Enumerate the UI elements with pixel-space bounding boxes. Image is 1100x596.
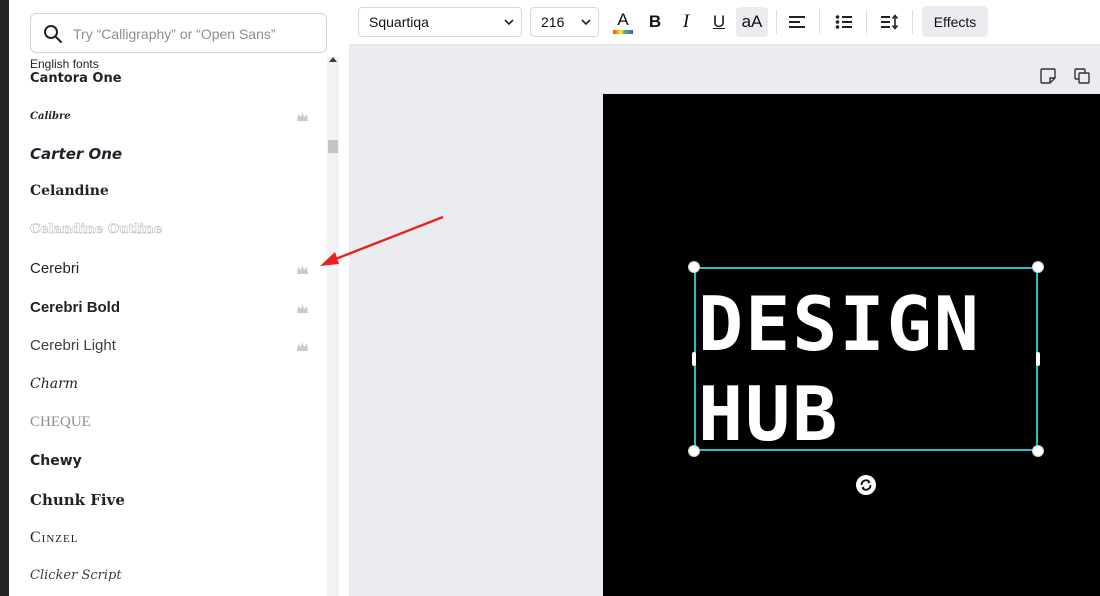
resize-handle-top-right[interactable] xyxy=(1032,261,1044,273)
font-item-cinzel[interactable]: Cinzel xyxy=(9,521,335,559)
red-arrow-annotation xyxy=(320,215,444,266)
font-item-label: Cantora One xyxy=(30,71,122,86)
font-panel: English fonts Cantora One Calibre Carter… xyxy=(9,0,349,596)
font-list-scrollbar[interactable] xyxy=(327,57,339,596)
font-search-box[interactable] xyxy=(30,13,327,53)
align-button[interactable] xyxy=(783,7,811,37)
bold-button[interactable]: B xyxy=(641,7,669,37)
scroll-up-arrow-icon[interactable] xyxy=(329,57,337,62)
crown-icon xyxy=(297,265,308,274)
resize-handle-right[interactable] xyxy=(1036,352,1040,366)
font-item-celandine-outline[interactable]: Celandine Outline xyxy=(9,214,335,252)
toolbar-divider xyxy=(912,10,913,34)
font-item-cerebri-light[interactable]: Cerebri Light xyxy=(9,329,335,367)
text-color-label: A xyxy=(617,9,629,29)
font-list: English fonts Cantora One Calibre Carter… xyxy=(9,57,335,596)
rainbow-color-bar-icon xyxy=(613,29,633,34)
font-item-cerebri[interactable]: Cerebri xyxy=(9,252,335,290)
text-toolbar: Squartiqa 216 A B I U aA Effects xyxy=(349,0,1100,45)
line-spacing-icon xyxy=(881,14,899,30)
font-item-label: Cerebri xyxy=(30,260,80,277)
font-search-input[interactable] xyxy=(73,23,313,45)
chevron-down-icon xyxy=(581,19,591,26)
resize-handle-top-left[interactable] xyxy=(688,261,700,273)
font-item-cheque[interactable]: CHEQUE xyxy=(9,406,335,444)
effects-label: Effects xyxy=(933,13,977,30)
effects-button[interactable]: Effects xyxy=(922,6,988,37)
rotate-handle[interactable] xyxy=(856,475,876,495)
font-item-clicker-script[interactable]: Clicker Script xyxy=(9,560,335,596)
section-label-english-fonts: English fonts xyxy=(30,57,103,71)
crown-icon xyxy=(297,342,308,351)
duplicate-page-icon[interactable] xyxy=(1073,67,1091,85)
font-family-value: Squartiqa xyxy=(369,14,429,30)
toolbar-divider xyxy=(866,10,867,34)
font-item-label: Calibre xyxy=(30,111,71,122)
italic-button[interactable]: I xyxy=(672,7,700,37)
font-item-label: Cinzel xyxy=(30,529,79,546)
window-edge xyxy=(0,0,9,596)
font-item-label: Chunk Five xyxy=(30,491,125,509)
align-left-icon xyxy=(789,16,805,28)
resize-handle-left[interactable] xyxy=(692,352,696,366)
resize-handle-bottom-right[interactable] xyxy=(1032,445,1044,457)
font-item-label: Chewy xyxy=(30,453,82,469)
font-item-label: Celandine Outline xyxy=(30,222,163,238)
underline-button[interactable]: U xyxy=(705,7,733,37)
font-item-calibre[interactable]: Calibre xyxy=(9,99,335,137)
add-note-icon[interactable] xyxy=(1039,67,1057,85)
font-item-label: Clicker Script xyxy=(30,568,122,583)
letter-case-label: aA xyxy=(741,12,763,31)
font-item-label: Cerebri Bold xyxy=(30,299,121,316)
font-size-dropdown[interactable]: 216 xyxy=(530,7,599,37)
font-item-label: Charm xyxy=(30,376,79,392)
bold-label: B xyxy=(648,12,662,31)
selection-box[interactable] xyxy=(694,267,1038,451)
font-item-chunk-five[interactable]: Chunk Five xyxy=(9,483,335,521)
crown-icon xyxy=(297,304,308,313)
text-color-button[interactable]: A xyxy=(609,7,637,37)
font-item-label: Celandine xyxy=(30,183,109,199)
resize-handle-bottom-left[interactable] xyxy=(688,445,700,457)
crown-icon xyxy=(297,112,308,121)
italic-label: I xyxy=(682,11,690,32)
chevron-down-icon xyxy=(504,19,514,26)
font-item-chewy[interactable]: Chewy xyxy=(9,445,335,483)
spacing-button[interactable] xyxy=(876,7,904,37)
scroll-thumb[interactable] xyxy=(328,140,338,153)
font-item-cerebri-bold[interactable]: Cerebri Bold xyxy=(9,291,335,329)
font-family-dropdown[interactable]: Squartiqa xyxy=(358,7,522,37)
editor-area: Squartiqa 216 A B I U aA Effects DESIGN … xyxy=(349,0,1100,596)
toolbar-divider xyxy=(776,10,777,34)
font-item-celandine[interactable]: Celandine xyxy=(9,175,335,213)
font-item-label: Cerebri Light xyxy=(30,337,116,354)
toolbar-divider xyxy=(819,10,820,34)
rotate-icon xyxy=(860,479,872,491)
letter-case-button[interactable]: aA xyxy=(736,7,768,37)
font-size-value: 216 xyxy=(541,14,565,30)
search-icon xyxy=(44,25,62,43)
bulleted-list-icon xyxy=(835,15,852,29)
font-item-label: CHEQUE xyxy=(30,414,91,430)
underline-label: U xyxy=(712,12,726,31)
font-item-label: Carter One xyxy=(30,145,123,163)
font-item-charm[interactable]: Charm xyxy=(9,368,335,406)
design-page[interactable]: DESIGN HUB xyxy=(603,94,1100,596)
list-button[interactable] xyxy=(830,7,858,37)
font-item-carter-one[interactable]: Carter One xyxy=(9,137,335,175)
